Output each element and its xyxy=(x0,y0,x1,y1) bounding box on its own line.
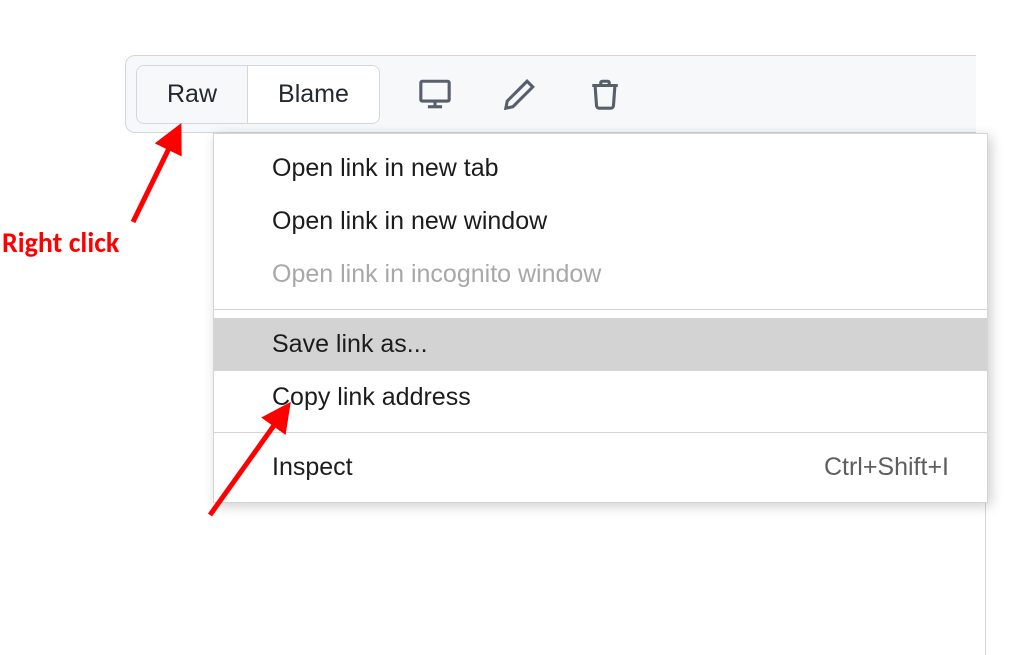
raw-button[interactable]: Raw xyxy=(137,66,248,123)
annotation-right-click: Right click xyxy=(2,225,119,260)
menu-section-inspect: Inspect Ctrl+Shift+I xyxy=(214,433,987,502)
desktop-icon[interactable] xyxy=(415,74,455,114)
menu-item-inspect[interactable]: Inspect Ctrl+Shift+I xyxy=(214,441,987,494)
trash-icon[interactable] xyxy=(585,74,625,114)
menu-item-copy-link-address[interactable]: Copy link address xyxy=(214,371,987,424)
annotation-arrow-icon xyxy=(115,117,215,237)
menu-shortcut: Ctrl+Shift+I xyxy=(824,453,987,482)
menu-section-open: Open link in new tab Open link in new wi… xyxy=(214,134,987,309)
menu-item-open-new-window[interactable]: Open link in new window xyxy=(214,195,987,248)
file-toolbar: Raw Blame xyxy=(125,55,976,133)
menu-item-open-incognito: Open link in incognito window xyxy=(214,248,987,301)
pencil-icon[interactable] xyxy=(500,74,540,114)
view-button-group: Raw Blame xyxy=(136,65,380,124)
menu-section-save: Save link as... Copy link address xyxy=(214,310,987,432)
icon-button-group xyxy=(415,74,625,114)
context-menu: Open link in new tab Open link in new wi… xyxy=(213,133,988,503)
blame-button[interactable]: Blame xyxy=(248,66,379,123)
menu-item-save-link-as[interactable]: Save link as... xyxy=(214,318,987,371)
annotation-arrow-icon xyxy=(185,395,315,525)
menu-item-open-new-tab[interactable]: Open link in new tab xyxy=(214,142,987,195)
